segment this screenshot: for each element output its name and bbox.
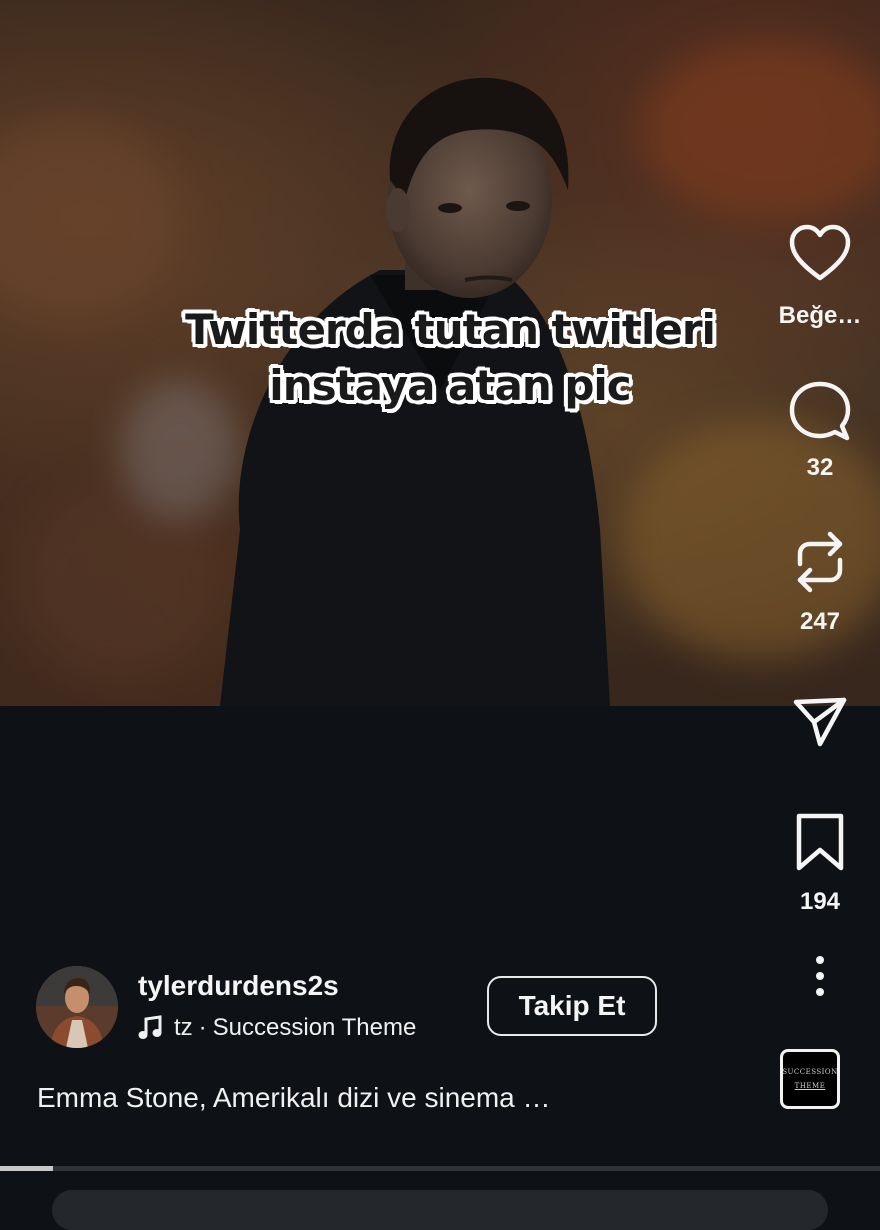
- author-username[interactable]: tylerdurdens2s: [138, 970, 339, 1002]
- comment-button[interactable]: 32: [770, 380, 870, 482]
- audio-thumb-line-2: THEME: [794, 1082, 826, 1090]
- repost-icon: [797, 531, 843, 593]
- repost-count: 247: [799, 608, 841, 635]
- more-button[interactable]: [770, 955, 870, 997]
- heart-icon: [789, 224, 851, 281]
- save-button[interactable]: 194: [770, 812, 870, 916]
- avatar-image: [36, 966, 118, 1048]
- bottom-input-bar[interactable]: [52, 1190, 828, 1230]
- video-progress-bar[interactable]: [0, 1166, 880, 1171]
- repost-button[interactable]: 247: [770, 530, 870, 636]
- share-button[interactable]: [770, 694, 870, 750]
- comment-count: 32: [806, 454, 834, 481]
- comment-icon: [789, 381, 851, 441]
- bookmark-icon: [796, 813, 844, 871]
- music-info[interactable]: tz · Succession Theme: [138, 1014, 416, 1042]
- music-note-icon: [138, 1015, 162, 1039]
- like-label: Beğe…: [778, 302, 862, 329]
- caption-line-1: Twitterda tutan twitleri: [185, 305, 716, 354]
- avatar[interactable]: [36, 966, 118, 1048]
- video-caption: Twitterda tutan twitleri instaya atan pi…: [150, 302, 750, 414]
- audio-thumbnail[interactable]: SUCCESSION THEME: [780, 1049, 840, 1109]
- audio-thumb-line-1: SUCCESSION: [782, 1068, 838, 1076]
- music-artist: tz: [174, 1014, 193, 1041]
- more-vertical-icon: [816, 956, 824, 996]
- video-progress-fill: [0, 1166, 53, 1171]
- send-icon: [793, 697, 847, 747]
- follow-button[interactable]: Takip Et: [487, 976, 657, 1036]
- like-button[interactable]: Beğe…: [770, 224, 870, 330]
- caption-line-2: instaya atan pic: [269, 361, 631, 410]
- post-description[interactable]: Emma Stone, Amerikalı dizi ve sinema …: [37, 1082, 551, 1114]
- reel-video[interactable]: Twitterda tutan twitleri instaya atan pi…: [0, 0, 880, 706]
- music-title: Succession Theme: [212, 1014, 417, 1041]
- music-separator: ·: [198, 1014, 207, 1041]
- save-count: 194: [799, 888, 841, 915]
- author-row: tylerdurdens2s tz · Succession Theme Tak…: [36, 966, 676, 1050]
